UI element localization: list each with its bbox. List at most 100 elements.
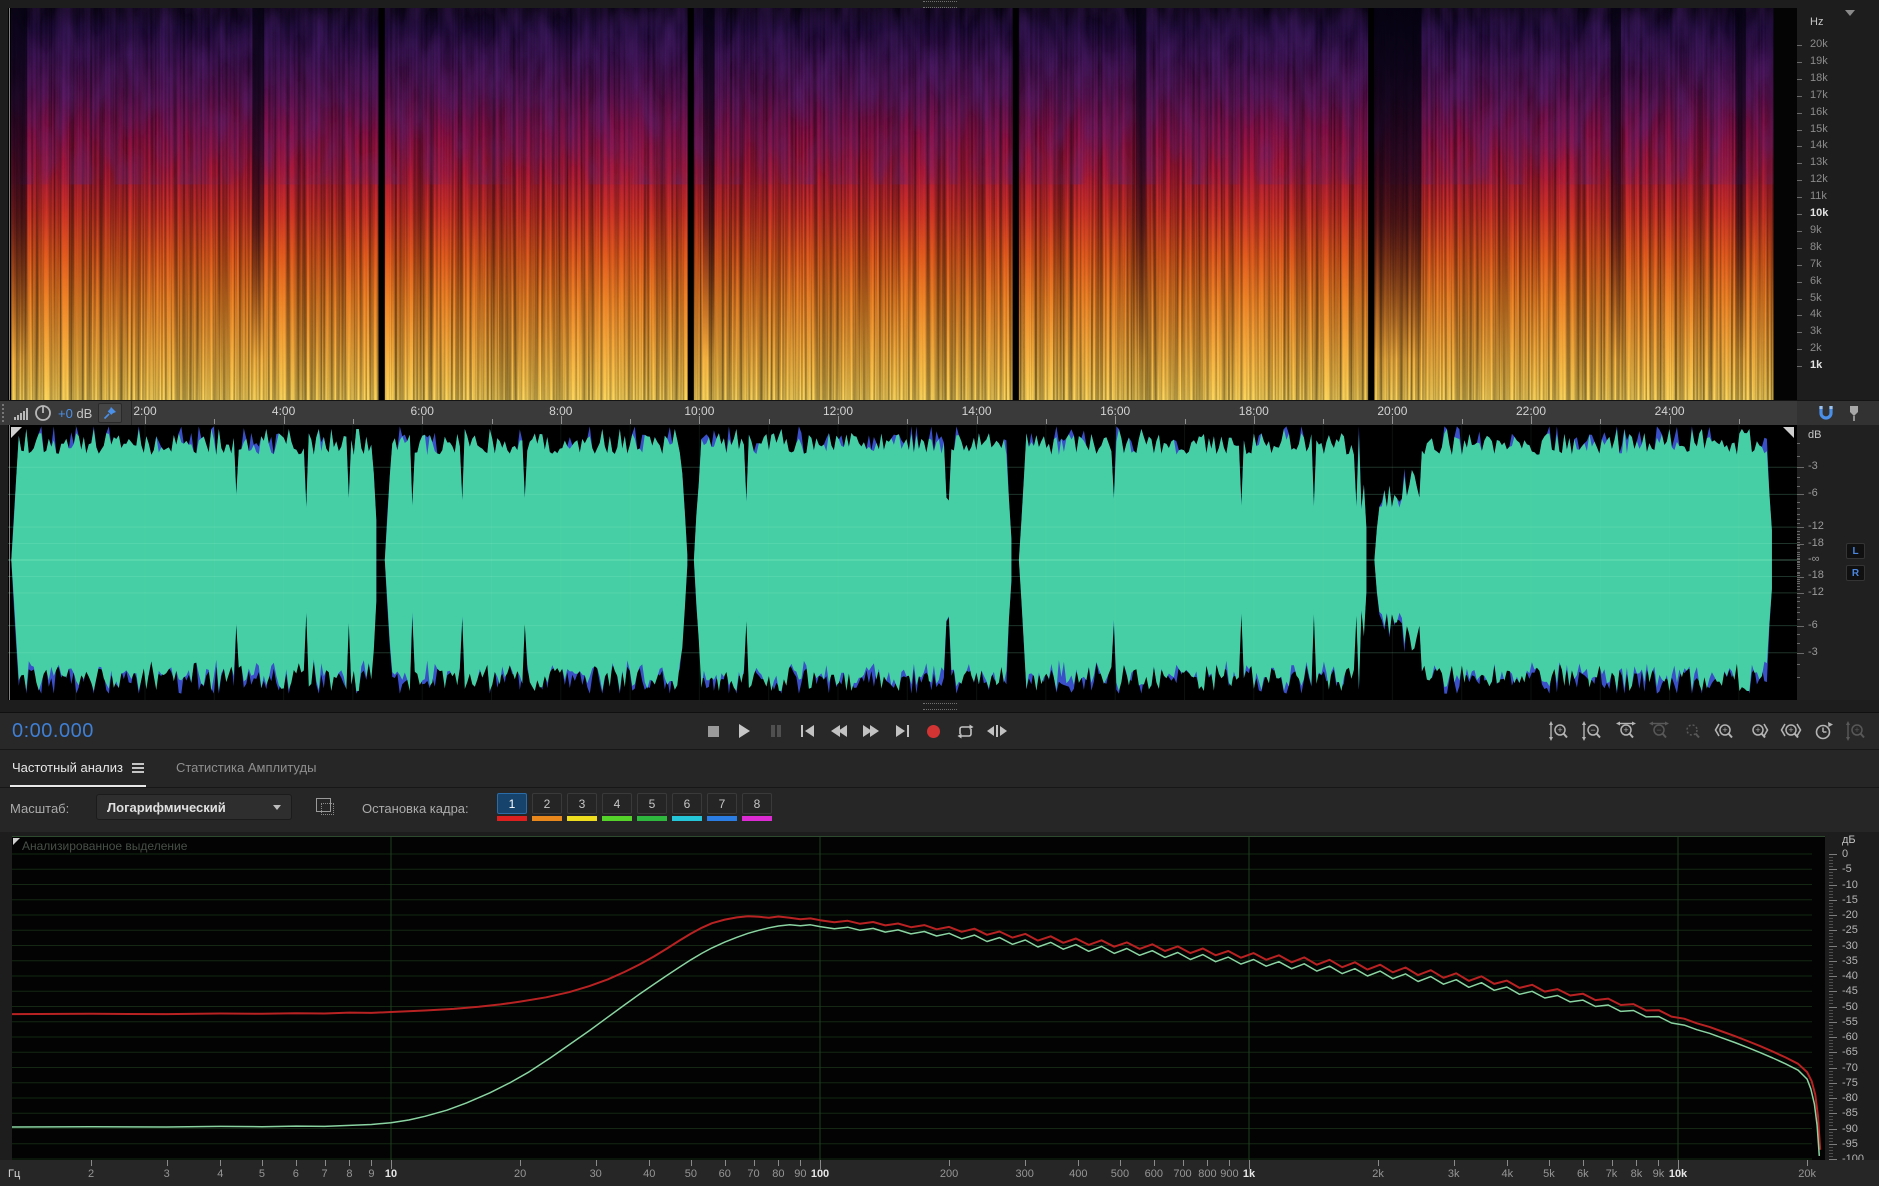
db-tick bbox=[1829, 1137, 1833, 1139]
db-label: -55 bbox=[1842, 1015, 1858, 1028]
plot-corner-handle bbox=[13, 838, 20, 845]
transport-skip-to-end-button[interactable] bbox=[889, 719, 915, 743]
amplitude-tick bbox=[1797, 592, 1804, 594]
db-label: -40 bbox=[1842, 970, 1858, 982]
snapping-magnet-icon[interactable] bbox=[1816, 405, 1836, 422]
svg-text:+: + bbox=[1788, 724, 1793, 734]
db-tick bbox=[1829, 1098, 1837, 1099]
frequency-label: 6k bbox=[1576, 1168, 1589, 1180]
hud-knob-icon[interactable] bbox=[34, 404, 52, 422]
db-tick bbox=[1829, 1091, 1833, 1093]
transport-fast-forward-button[interactable] bbox=[858, 719, 884, 743]
hold-frame-button-4[interactable]: 4 bbox=[602, 793, 632, 821]
waveform-display[interactable] bbox=[8, 425, 1797, 700]
playhead-line[interactable] bbox=[9, 8, 10, 400]
zoom-zoom-in-at-out-point-icon[interactable]: + bbox=[1746, 720, 1770, 742]
frequency-label: 500 bbox=[1110, 1168, 1130, 1180]
toolbar-grip[interactable] bbox=[2, 404, 8, 422]
channel-badge-left[interactable]: L bbox=[1846, 543, 1865, 559]
frequency-label: 1k bbox=[1242, 1168, 1256, 1180]
db-tick bbox=[1829, 1049, 1833, 1051]
panel-resize-grip[interactable] bbox=[922, 0, 957, 8]
panel-menu-icon[interactable] bbox=[131, 762, 144, 773]
levels-meter-icon[interactable] bbox=[14, 407, 28, 420]
playhead-line[interactable] bbox=[9, 425, 10, 700]
db-tick bbox=[1829, 1107, 1833, 1109]
transport-loop-playback-button[interactable] bbox=[952, 719, 978, 743]
hold-frame-button-3[interactable]: 3 bbox=[567, 793, 597, 821]
hold-frame-button-5[interactable]: 5 bbox=[637, 793, 667, 821]
transport-stop-button[interactable] bbox=[700, 719, 726, 743]
copy-graph-icon[interactable] bbox=[316, 798, 334, 815]
freq-scale-label: 15k bbox=[1810, 122, 1828, 135]
amplitude-tick bbox=[1797, 494, 1804, 496]
db-tick bbox=[1829, 1131, 1833, 1133]
hold-frame-button-6[interactable]: 6 bbox=[672, 793, 702, 821]
transport-rewind-button[interactable] bbox=[826, 719, 852, 743]
hold-frame-button-1[interactable]: 1 bbox=[497, 793, 527, 821]
db-tick bbox=[1829, 979, 1833, 981]
zoom-zoom-in-vertical-alt-icon[interactable]: + bbox=[1845, 720, 1869, 742]
zoom-restore-default-zoom-icon[interactable] bbox=[1812, 720, 1836, 742]
freq-scale-label: 16k bbox=[1810, 105, 1828, 118]
spectral-frequency-display[interactable] bbox=[8, 8, 1797, 400]
freq-scale-label: 20k bbox=[1810, 38, 1828, 50]
freq-scale-label: 9k bbox=[1810, 223, 1822, 236]
amplitude-tick bbox=[1797, 612, 1800, 614]
hold-frame-button-2[interactable]: 2 bbox=[532, 793, 562, 821]
zoom-zoom-in-at-in-point-icon[interactable]: + bbox=[1713, 720, 1737, 742]
zoom-zoom-to-selection-icon[interactable]: + bbox=[1779, 720, 1803, 742]
hold-label: Остановка кадра: bbox=[362, 801, 469, 816]
amplitude-label: -12 bbox=[1808, 520, 1824, 533]
db-tick bbox=[1829, 1094, 1833, 1096]
panel-resize-grip[interactable] bbox=[922, 702, 957, 710]
zoom-zoom-in-horizontal-icon[interactable]: + bbox=[1614, 720, 1638, 742]
db-tick bbox=[1829, 1076, 1833, 1078]
zoom-zoom-in-vertical-icon[interactable]: + bbox=[1548, 720, 1572, 742]
db-tick bbox=[1829, 1101, 1833, 1102]
tab-amplitude-statistics[interactable]: Статистика Амплитуды bbox=[174, 750, 318, 787]
time-display[interactable]: 0:00.000 bbox=[12, 720, 94, 743]
hold-frame-button-8[interactable]: 8 bbox=[742, 793, 772, 821]
hold-frame-button-7[interactable]: 7 bbox=[707, 793, 737, 821]
freq-scale-tick bbox=[1797, 366, 1802, 368]
db-tick bbox=[1829, 1104, 1833, 1106]
transport-play-button[interactable] bbox=[732, 719, 758, 743]
transport-skip-to-start-button[interactable] bbox=[795, 719, 821, 743]
frequency-scale: Hz 20k 19k 18k 17k 16k 15k 14k 13k 12k 11k 10k 9k 8k… bbox=[1797, 8, 1879, 400]
db-tick bbox=[1829, 1119, 1833, 1121]
scale-menu-triangle-icon[interactable] bbox=[1845, 10, 1855, 16]
db-tick bbox=[1829, 976, 1837, 977]
amplitude-tick bbox=[1797, 501, 1800, 503]
panel-divider bbox=[0, 700, 1879, 712]
zoom-zoom-reset-icon[interactable] bbox=[1680, 720, 1704, 742]
frequency-label: 400 bbox=[1069, 1168, 1088, 1180]
tab-frequency-analysis[interactable]: Частотный анализ bbox=[10, 750, 146, 787]
amplitude-tick bbox=[1797, 551, 1800, 553]
amplitude-tick bbox=[1797, 583, 1800, 585]
timeline-label: 24:00 bbox=[1654, 404, 1685, 418]
marker-pin-icon[interactable] bbox=[1848, 405, 1860, 422]
transport-playhead-arrows-button[interactable] bbox=[984, 719, 1010, 743]
transport-pause-button[interactable] bbox=[763, 719, 789, 743]
frequency-tick bbox=[690, 1160, 692, 1166]
zoom-zoom-out-vertical-icon[interactable]: − bbox=[1581, 720, 1605, 742]
transport-record-button[interactable] bbox=[921, 719, 947, 743]
channel-badge-right[interactable]: R bbox=[1846, 565, 1865, 581]
frequency-tick bbox=[349, 1160, 351, 1166]
timeline-ruler[interactable]: 2:00 4:00 6:00 8:00 10:00 12:00 14:00 16:00 18:0… bbox=[0, 400, 1879, 425]
amplitude-label: -18 bbox=[1808, 569, 1824, 582]
db-tick bbox=[1829, 927, 1833, 929]
zoom-zoom-out-horizontal-icon[interactable]: − bbox=[1647, 720, 1671, 742]
timeline-ruler-canvas[interactable]: 2:00 4:00 6:00 8:00 10:00 12:00 14:00 16:00 18:0… bbox=[8, 401, 1797, 425]
selection-handle-right[interactable] bbox=[1783, 427, 1794, 438]
db-tick bbox=[1829, 1000, 1833, 1002]
amplitude-tick bbox=[1797, 561, 1800, 562]
amplitude-tick bbox=[1797, 536, 1800, 538]
scale-dropdown[interactable]: Логарифмический bbox=[96, 794, 292, 820]
selection-handle-left[interactable] bbox=[11, 427, 22, 438]
frequency-label: 3 bbox=[163, 1168, 170, 1180]
timeline-label: 8:00 bbox=[549, 404, 573, 418]
pin-button[interactable] bbox=[98, 403, 123, 423]
gain-hud[interactable]: +0 dB bbox=[58, 406, 92, 421]
